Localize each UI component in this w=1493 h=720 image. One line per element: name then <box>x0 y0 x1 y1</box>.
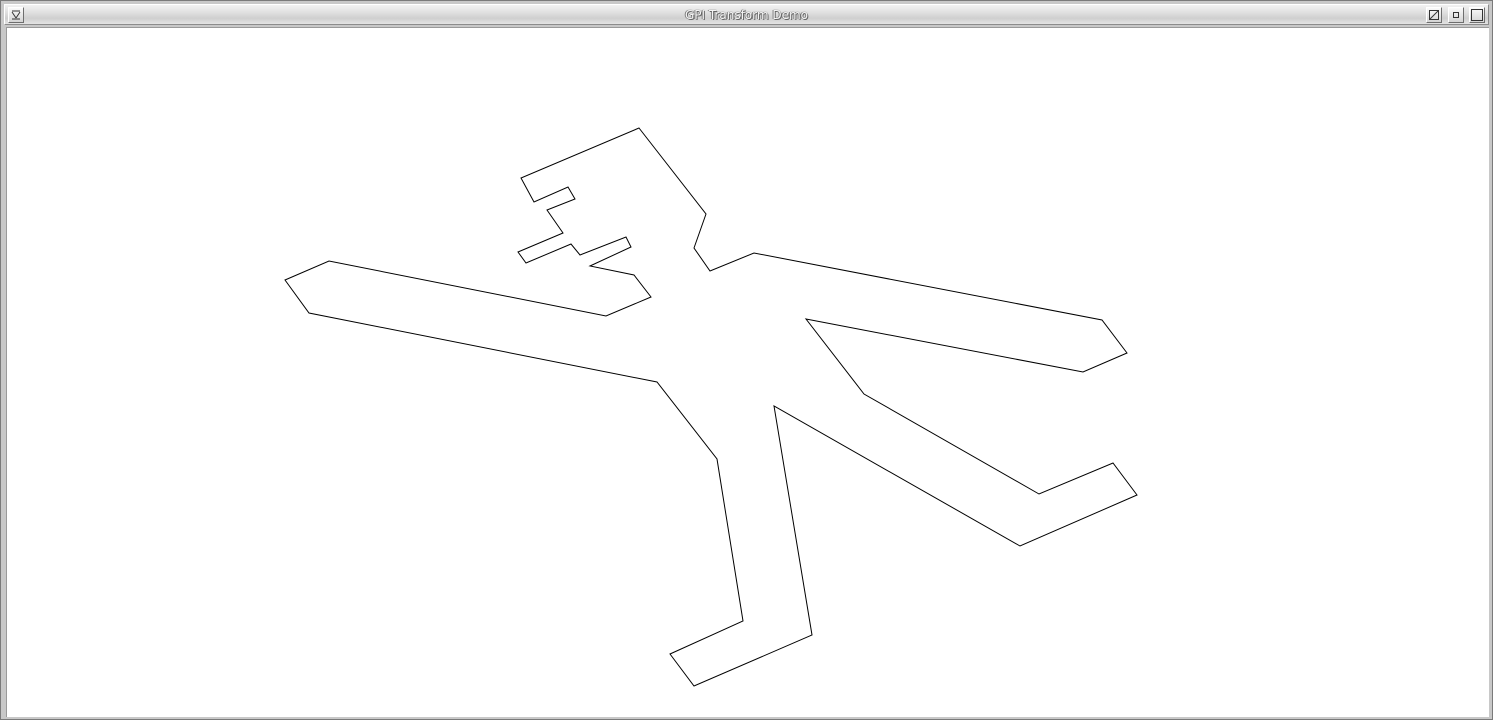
drawing-canvas[interactable] <box>6 27 1489 717</box>
maximize-icon <box>1471 9 1483 21</box>
title-bar[interactable]: GPI Transform Demo <box>4 4 1489 25</box>
maximize-button[interactable] <box>1469 7 1485 23</box>
iconify-icon <box>1453 12 1459 18</box>
window-title: GPI Transform Demo <box>684 8 809 22</box>
iconify-button[interactable] <box>1448 7 1464 23</box>
canvas-svg <box>284 127 1138 687</box>
shade-icon <box>1429 10 1439 20</box>
shade-button[interactable] <box>1426 7 1442 23</box>
application-window: GPI Transform Demo <box>0 0 1493 720</box>
transformed-figure-outline <box>284 127 1138 687</box>
